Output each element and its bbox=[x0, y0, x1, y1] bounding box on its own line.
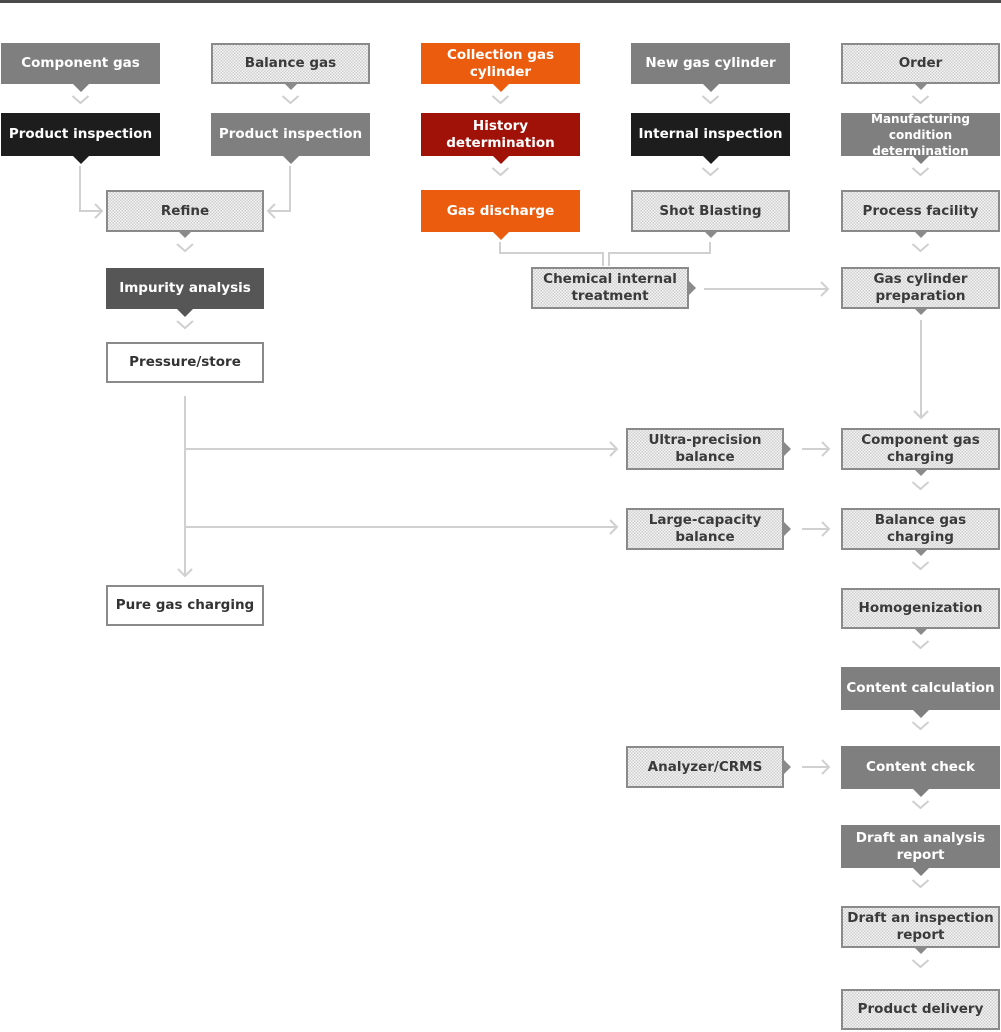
node-homogenization: Homogenization bbox=[841, 588, 1000, 635]
node-impurity-analysis: Impurity analysis bbox=[106, 268, 264, 317]
chevron-down-icon bbox=[701, 95, 720, 105]
chevron-down-icon bbox=[281, 95, 300, 105]
node-product-inspection-1: Product inspection bbox=[1, 113, 160, 164]
chevron-down-icon bbox=[911, 640, 930, 650]
node-label: Homogenization bbox=[858, 600, 983, 616]
chevron-down-icon bbox=[911, 959, 930, 969]
node-draft-inspection-report: Draft an inspection report bbox=[841, 906, 1000, 954]
node-product-delivery: Product delivery bbox=[841, 989, 1000, 1030]
chevron-down-icon bbox=[911, 800, 930, 810]
chevron-down-icon bbox=[491, 95, 510, 105]
connector bbox=[608, 242, 711, 266]
node-label: Product inspection bbox=[8, 126, 153, 142]
chevron-down-icon bbox=[701, 167, 720, 177]
node-label: Pressure/store bbox=[129, 354, 241, 370]
node-content-check: Content check bbox=[841, 746, 1000, 797]
node-process-facility: Process facility bbox=[841, 190, 1000, 238]
node-label: Manufacturing condition determination bbox=[871, 111, 970, 158]
node-label: Gas cylinder preparation bbox=[873, 271, 968, 304]
node-chemical-internal-treatment: Chemical internal treatment bbox=[531, 267, 696, 309]
node-label: Draft an inspection report bbox=[847, 910, 994, 943]
node-label: New gas cylinder bbox=[645, 55, 776, 71]
node-label: Shot Blasting bbox=[659, 202, 762, 219]
node-ultra-precision-balance: Ultra-precision balance bbox=[626, 428, 791, 470]
node-shot-blasting: Shot Blasting bbox=[631, 190, 790, 238]
node-pure-gas-charging: Pure gas charging bbox=[106, 585, 264, 626]
chevron-down-icon bbox=[911, 879, 930, 889]
node-label: Order bbox=[898, 55, 943, 71]
node-internal-inspection: Internal inspection bbox=[631, 113, 790, 164]
node-balance-gas-charging: Balance gas charging bbox=[841, 508, 1000, 556]
node-label: Chemical internal treatment bbox=[543, 271, 677, 304]
node-draft-analysis-report: Draft an analysis report bbox=[841, 825, 1000, 876]
node-label: Gas discharge bbox=[446, 202, 555, 219]
chevron-down-icon bbox=[911, 167, 930, 177]
node-manufacturing-condition-determination: Manufacturing condition determination bbox=[841, 111, 1000, 164]
connector bbox=[499, 242, 604, 266]
node-label: Content check bbox=[866, 759, 975, 775]
node-label: Ultra-precision balance bbox=[648, 432, 762, 465]
node-label: Large-capacity balance bbox=[648, 512, 762, 545]
node-refine: Refine bbox=[106, 190, 264, 238]
chevron-down-icon bbox=[176, 320, 194, 330]
node-history-determination: History determination bbox=[421, 113, 580, 164]
node-new-gas-cylinder: New gas cylinder bbox=[631, 43, 790, 92]
connector bbox=[79, 166, 102, 212]
chevron-down-icon bbox=[911, 243, 930, 253]
node-label: Refine bbox=[160, 202, 210, 219]
node-label: Internal inspection bbox=[638, 126, 783, 142]
node-label: Balance gas charging bbox=[874, 512, 967, 545]
node-gas-cylinder-preparation: Gas cylinder preparation bbox=[841, 267, 1000, 315]
node-label: Product inspection bbox=[218, 126, 363, 142]
chevron-down-icon bbox=[911, 481, 930, 491]
node-label: Balance gas bbox=[244, 55, 337, 71]
node-label: Impurity analysis bbox=[119, 280, 251, 296]
node-component-gas-charging: Component gas charging bbox=[841, 428, 1000, 476]
node-label: Component gas charging bbox=[861, 432, 980, 465]
node-analyzer-crms: Analyzer/CRMS bbox=[626, 746, 791, 788]
node-content-calculation: Content calculation bbox=[841, 667, 1000, 718]
chevron-down-icon bbox=[176, 243, 194, 253]
node-label: Content calculation bbox=[846, 680, 995, 696]
chevron-down-icon bbox=[71, 95, 90, 105]
chevron-down-icon bbox=[911, 95, 930, 105]
node-label: Component gas bbox=[21, 55, 140, 71]
node-product-inspection-2: Product inspection bbox=[211, 113, 370, 164]
node-balance-gas: Balance gas bbox=[211, 43, 370, 90]
node-pressure-store: Pressure/store bbox=[106, 342, 264, 383]
chevron-down-icon bbox=[911, 561, 930, 571]
node-collection-gas-cylinder: Collection gas cylinder bbox=[421, 43, 580, 92]
node-label: Draft an analysis report bbox=[855, 829, 986, 863]
node-label: Analyzer/CRMS bbox=[647, 758, 763, 775]
node-component-gas: Component gas bbox=[1, 43, 160, 92]
chevron-down-icon bbox=[911, 721, 930, 731]
node-label: Process facility bbox=[862, 202, 979, 219]
node-label: Collection gas cylinder bbox=[446, 46, 555, 80]
node-label: Pure gas charging bbox=[115, 597, 255, 613]
node-label: History determination bbox=[446, 117, 555, 151]
node-large-capacity-balance: Large-capacity balance bbox=[626, 508, 791, 550]
node-order: Order bbox=[841, 43, 1000, 90]
node-label: Product delivery bbox=[857, 1001, 984, 1017]
node-gas-discharge: Gas discharge bbox=[421, 190, 580, 240]
chevron-down-icon bbox=[491, 167, 510, 177]
connector bbox=[268, 166, 291, 212]
